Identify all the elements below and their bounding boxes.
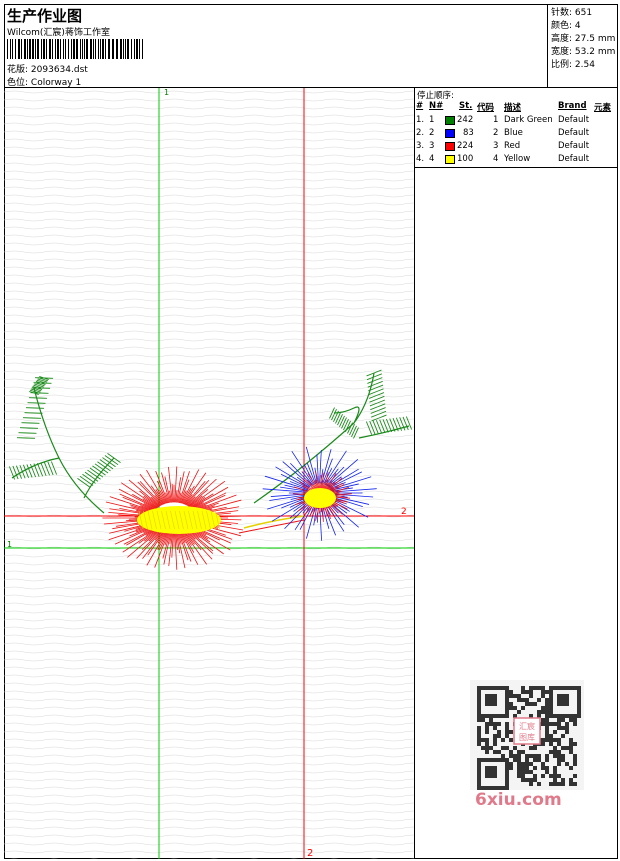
- barcode: [7, 39, 143, 59]
- header-info: 生产作业图 Wilcom(汇宸)蒋饰工作室 花版: 2093634.dst 色位…: [4, 4, 548, 88]
- guide-marker-2-bottom: 2: [307, 848, 313, 859]
- design-file-label: 花版:: [7, 65, 29, 75]
- col-header-code: 代码: [477, 103, 495, 113]
- qr-code: 汇宸 图库: [470, 680, 584, 790]
- col-header-needle: N#: [429, 101, 444, 111]
- col-header-index: #: [416, 101, 424, 111]
- qr-stamp-top: 汇宸: [519, 721, 535, 731]
- col-header-stitches: St.: [459, 101, 473, 111]
- col-header-brand: Brand: [558, 101, 587, 111]
- design-preview: 1 1 2 2: [4, 88, 415, 859]
- stat-width: 宽度: 53.2 mm: [551, 47, 616, 57]
- colorway-row: 色位: Colorway 1: [7, 75, 81, 88]
- page-title: 生产作业图: [7, 7, 83, 25]
- stat-scale: 比例: 2.54: [551, 60, 595, 70]
- guide-marker-1-top: 1: [164, 88, 169, 97]
- table-row: 3. 3 224 3 Red Default: [416, 141, 590, 151]
- table-row: 4. 4 100 4 Yellow Default: [416, 154, 590, 164]
- guide-marker-2-right: 2: [401, 507, 407, 517]
- company-name: Wilcom(汇宸)蒋饰工作室: [7, 28, 110, 38]
- stat-colors: 颜色: 4: [551, 21, 581, 31]
- stop-sequence-table: 停止顺序: # N# St. 代码 描述 Brand 元素 1. 1 242 1…: [415, 88, 618, 168]
- design-file-value: 2093634.dst: [30, 65, 88, 75]
- embroidery-canvas: 1 1 2 2: [4, 88, 414, 859]
- color-swatch: [445, 142, 455, 151]
- qr-stamp-bottom: 图库: [519, 732, 535, 742]
- guide-marker-1-left: 1: [7, 540, 12, 549]
- col-header-desc: 描述: [504, 103, 522, 113]
- color-swatch: [445, 116, 455, 125]
- table-title: 停止顺序:: [417, 91, 454, 101]
- design-file-row: 花版: 2093634.dst: [7, 62, 88, 75]
- colorway-label: 色位:: [7, 78, 29, 88]
- table-row: 1. 1 242 1 Dark Green Default: [416, 115, 590, 125]
- color-swatch: [445, 129, 455, 138]
- table-row: 2. 2 83 2 Blue Default: [416, 128, 590, 138]
- stat-height: 高度: 27.5 mm: [551, 34, 616, 44]
- stat-stitches: 针数: 651: [551, 8, 593, 18]
- col-header-element: 元素: [594, 103, 612, 113]
- colorway-value: Colorway 1: [30, 78, 82, 88]
- fabric-texture: [4, 88, 414, 859]
- design-stats: 针数: 651 颜色: 4 高度: 27.5 mm 宽度: 53.2 mm 比例…: [547, 4, 618, 88]
- color-swatch: [445, 155, 455, 164]
- watermark-text: 6xiu.com: [475, 790, 562, 810]
